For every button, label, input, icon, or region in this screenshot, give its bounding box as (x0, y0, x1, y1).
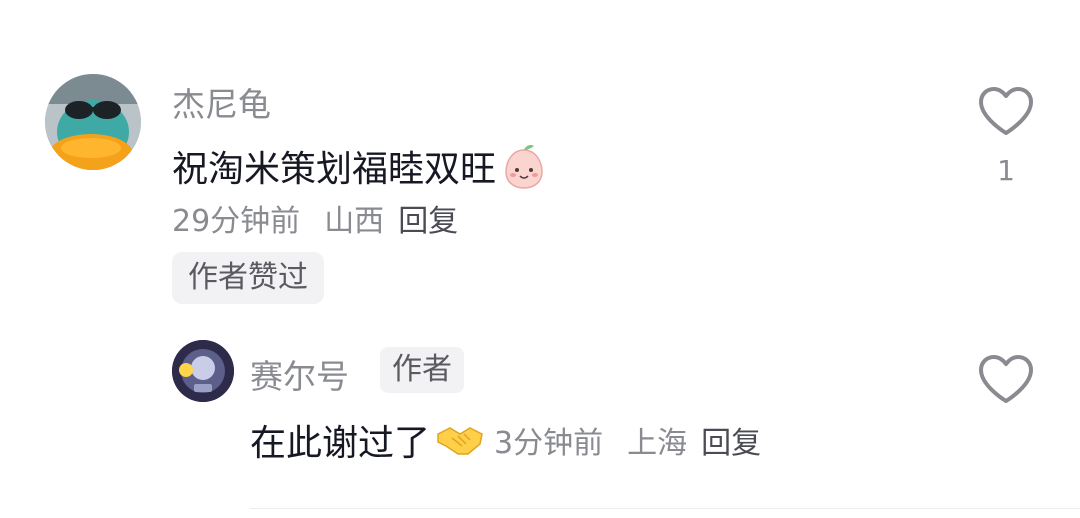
comment-reply-button[interactable]: 回复 (398, 196, 458, 240)
reply-location: 上海 (627, 426, 688, 461)
reply-time: 3分钟前 (494, 426, 604, 461)
author-tag: 作者 (380, 347, 464, 393)
comment-username[interactable]: 杰尼龟 (172, 78, 271, 126)
comment-meta: 29分钟前 山西 回复 (172, 196, 458, 240)
reply-reply-button[interactable]: 回复 (701, 418, 761, 462)
reply-username[interactable]: 赛尔号 (250, 350, 349, 398)
heart-outline-icon (979, 355, 1033, 403)
reply-avatar[interactable] (172, 340, 234, 402)
comment-text: 祝淘米策划福睦双旺 (172, 140, 548, 192)
reply-like-button[interactable] (977, 354, 1035, 406)
reply-body: 在此谢过了 (250, 423, 431, 464)
robot-avatar-icon (172, 340, 234, 402)
author-liked-chip: 作者赞过 (172, 252, 324, 304)
comment-location: 山西 (324, 204, 385, 239)
heart-outline-icon (979, 87, 1033, 135)
reply-meta: 3分钟前 上海 回复 (494, 418, 761, 462)
comment-body: 祝淘米策划福睦双旺 (172, 149, 497, 190)
peach-face-emoji-icon (500, 142, 548, 190)
divider (250, 508, 1080, 509)
comment-like-count: 1 (997, 154, 1015, 187)
handshake-emoji-icon (436, 420, 484, 460)
comment-like-button[interactable] (977, 86, 1035, 138)
comment-time: 29分钟前 (172, 204, 301, 239)
reply-line: 在此谢过了 3分钟前 上海 回复 (250, 414, 761, 466)
avatar[interactable] (45, 74, 141, 170)
turtle-avatar-icon (45, 74, 141, 170)
